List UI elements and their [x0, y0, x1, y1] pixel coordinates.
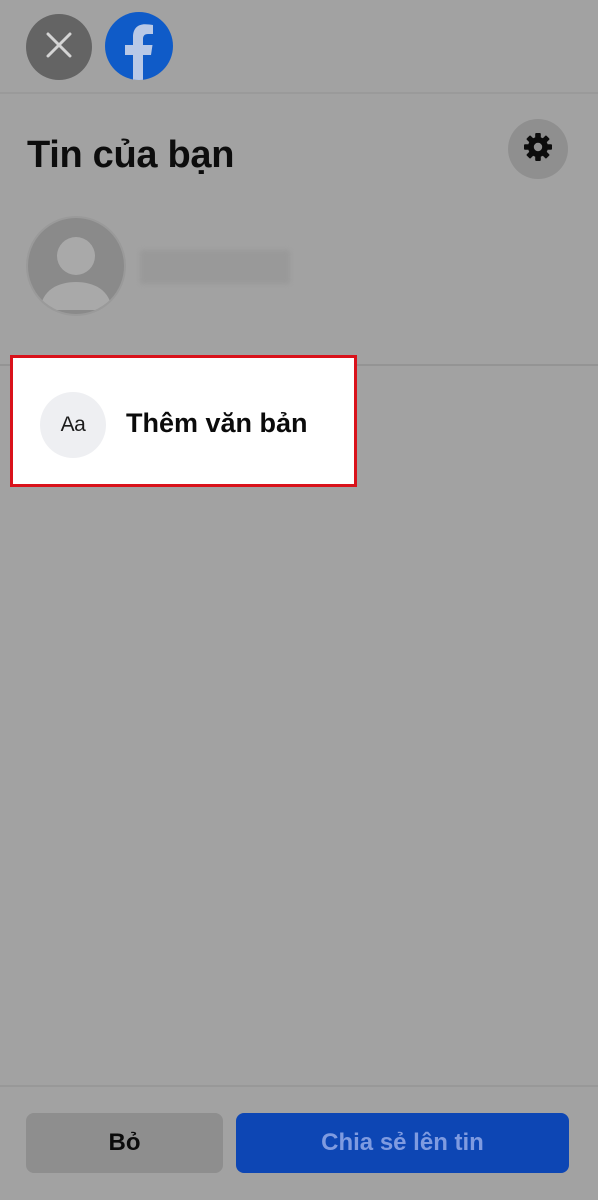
facebook-logo-icon — [105, 12, 173, 80]
add-text-label: Thêm văn bản — [126, 408, 308, 438]
profile-avatar — [26, 216, 126, 316]
close-button[interactable] — [26, 14, 92, 80]
settings-button[interactable] — [508, 119, 568, 179]
page-title: Tin của bạn — [27, 134, 235, 176]
top-bar — [0, 0, 598, 94]
close-icon — [46, 32, 72, 63]
text-format-icon: Aa — [40, 392, 106, 458]
discard-button[interactable]: Bỏ — [26, 1113, 223, 1173]
bottom-action-bar: Bỏ Chia sẻ lên tin — [0, 1085, 598, 1200]
gear-icon — [523, 132, 553, 167]
add-text-option[interactable]: Aa Thêm văn bản — [10, 355, 357, 487]
default-avatar-icon — [28, 237, 124, 314]
username-redacted — [140, 250, 290, 284]
share-to-story-button[interactable]: Chia sẻ lên tin — [236, 1113, 569, 1173]
